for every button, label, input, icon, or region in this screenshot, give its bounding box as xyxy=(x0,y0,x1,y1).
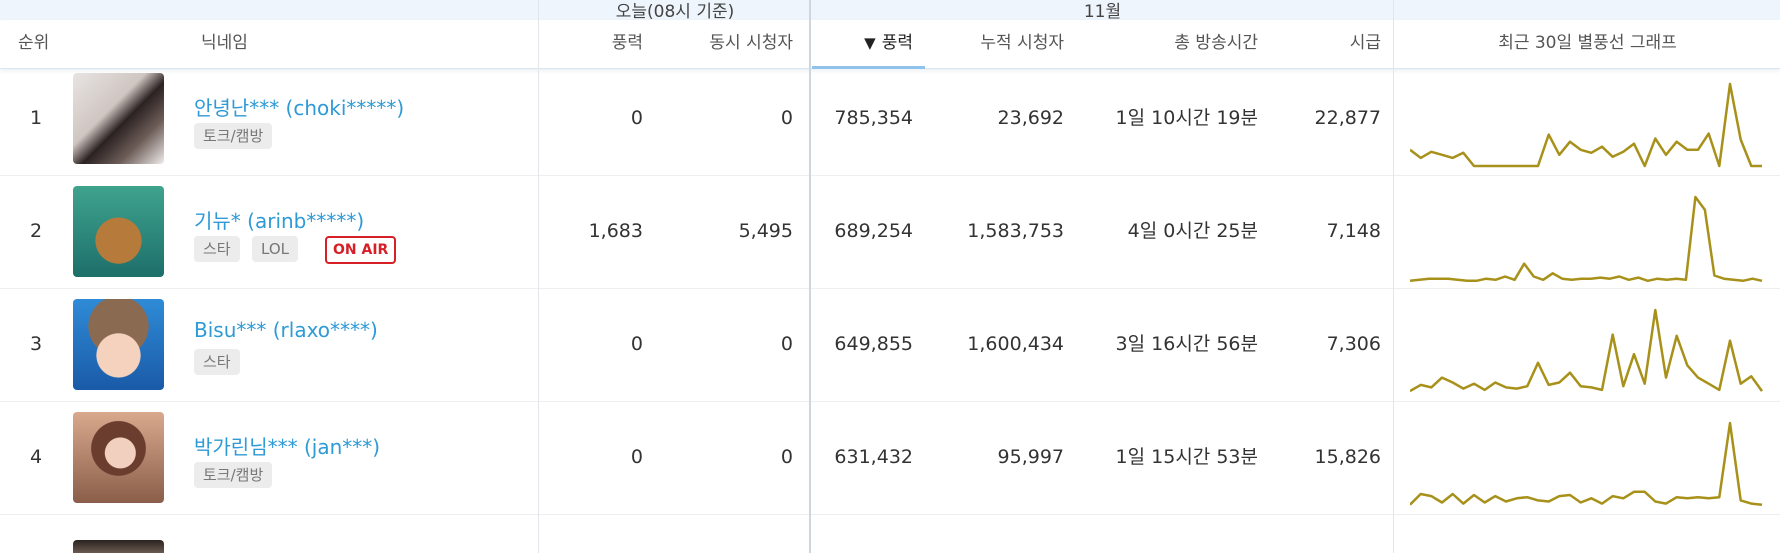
header-today-balloons[interactable]: 풍력 xyxy=(540,20,643,68)
header-hourly[interactable]: 시급 xyxy=(1270,20,1381,68)
sparkline-path xyxy=(1410,195,1763,283)
column-divider xyxy=(809,0,811,553)
avatar[interactable] xyxy=(73,73,164,164)
hourly-cell: 15,826 xyxy=(1314,446,1381,468)
avatar[interactable] xyxy=(73,186,164,277)
total-time-cell: 1일 15시간 53분 xyxy=(1115,446,1258,468)
today-balloons-cell: 0 xyxy=(630,333,643,355)
today-balloons-cell: 0 xyxy=(630,446,643,468)
category-tag[interactable]: 토크/캠방 xyxy=(194,123,273,149)
header-graph: 최근 30일 별풍선 그래프 xyxy=(1498,33,1677,53)
hourly-cell: 7,148 xyxy=(1326,220,1381,242)
month-viewers-cell: 1,600,434 xyxy=(967,333,1064,355)
total-time-cell: 4일 0시간 25분 xyxy=(1127,220,1258,242)
column-divider xyxy=(538,0,539,553)
month-group-label: 11월 xyxy=(1083,2,1122,20)
hourly-cell: 22,877 xyxy=(1314,107,1381,129)
table-row[interactable]: 4 박가린님*** (jan***) 토크/캠방 0 0 631,432 95,997 1일 … xyxy=(0,401,1780,515)
avatar[interactable] xyxy=(73,299,164,390)
header-month-balloons-label: 풍력 xyxy=(881,33,913,53)
today-balloons-cell: 1,683 xyxy=(588,220,643,242)
rank-cell: 2 xyxy=(29,220,43,242)
balloon-sparkline xyxy=(1410,308,1764,393)
on-air-badge[interactable]: ON AIR xyxy=(325,236,397,264)
nickname-link[interactable]: 안녕난*** (choki*****) xyxy=(194,92,404,121)
month-viewers-cell: 23,692 xyxy=(997,107,1064,129)
table-row[interactable]: 1 안녕난*** (choki*****) 토크/캠방 0 0 785,354 23,692… xyxy=(0,62,1780,176)
today-balloons-cell: 0 xyxy=(630,107,643,129)
month-balloons-cell: 631,432 xyxy=(834,446,913,468)
header-month-balloons-sorted[interactable]: ▼ 풍력 xyxy=(812,20,913,68)
column-divider xyxy=(1393,0,1394,553)
today-viewers-cell: 5,495 xyxy=(738,220,793,242)
nickname-link[interactable]: Bisu*** (rlaxo****) xyxy=(194,318,378,342)
today-viewers-cell: 0 xyxy=(780,333,793,355)
table-row[interactable]: 3 Bisu*** (rlaxo****) 스타 0 0 649,855 1,600,434… xyxy=(0,288,1780,402)
header-rank[interactable]: 순위 xyxy=(18,20,49,68)
sparkline-path xyxy=(1410,82,1762,168)
column-group-band: 오늘(08시 기준) 11월 xyxy=(0,0,1780,20)
month-viewers-cell: 1,583,753 xyxy=(967,220,1064,242)
category-tag[interactable]: 스타 xyxy=(194,236,240,262)
balloon-sparkline xyxy=(1410,82,1762,168)
rank-cell: 3 xyxy=(29,333,43,355)
nickname-link[interactable]: 박가린님*** (jan***) xyxy=(194,431,380,460)
header-today-viewers[interactable]: 동시 시청자 xyxy=(650,20,793,68)
sparkline-path xyxy=(1410,308,1764,393)
rank-cell: 1 xyxy=(29,107,43,129)
month-viewers-cell: 95,997 xyxy=(997,446,1064,468)
today-group-label: 오늘(08시 기준) xyxy=(615,2,735,20)
balloon-sparkline xyxy=(1410,195,1763,283)
month-balloons-cell: 689,254 xyxy=(834,220,913,242)
nickname-link[interactable]: 기뉴* (arinb*****) xyxy=(194,205,364,234)
rank-cell: 4 xyxy=(29,446,43,468)
month-balloons-cell: 649,855 xyxy=(834,333,913,355)
today-viewers-cell: 0 xyxy=(780,107,793,129)
month-balloons-cell: 785,354 xyxy=(834,107,913,129)
category-tag[interactable]: 스타 xyxy=(194,349,240,375)
today-viewers-cell: 0 xyxy=(780,446,793,468)
sort-desc-icon: ▼ xyxy=(864,34,876,52)
category-tag[interactable]: LOL xyxy=(252,236,298,262)
avatar[interactable] xyxy=(73,412,164,503)
balloon-sparkline xyxy=(1410,421,1763,506)
total-time-cell: 3일 16시간 56분 xyxy=(1115,333,1258,355)
header-nickname[interactable]: 닉네임 xyxy=(201,20,248,68)
header-total-time[interactable]: 총 방송시간 xyxy=(1080,20,1258,68)
table-row[interactable]: 2 기뉴* (arinb*****) 스타 LOL ON AIR 1,683 5,495 68… xyxy=(0,175,1780,289)
category-tag[interactable]: 토크/캠방 xyxy=(194,462,273,488)
total-time-cell: 1일 10시간 19분 xyxy=(1115,107,1258,129)
hourly-cell: 7,306 xyxy=(1326,333,1381,355)
sparkline-path xyxy=(1410,421,1763,506)
avatar-partial xyxy=(73,540,164,553)
header-month-viewers[interactable]: 누적 시청자 xyxy=(930,20,1064,68)
